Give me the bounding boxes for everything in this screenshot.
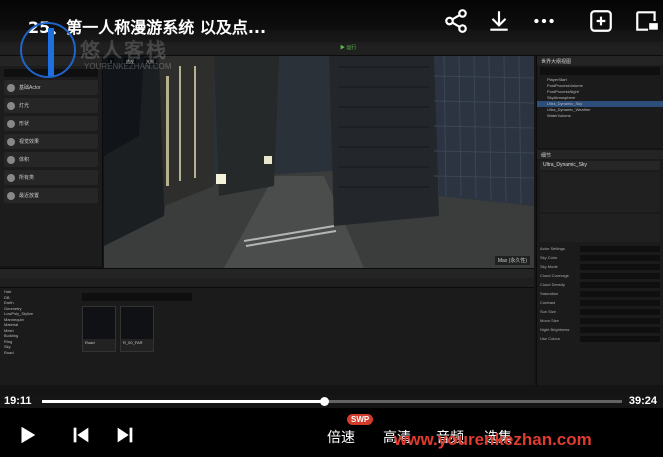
transform-section[interactable]	[540, 214, 660, 242]
selected-actor-name: Ultra_Dynamic_Sky	[540, 161, 660, 170]
share-icon[interactable]	[443, 8, 469, 34]
property-row[interactable]: Actor Settings	[537, 244, 663, 253]
place-actor-category[interactable]: 视觉效果	[4, 134, 98, 149]
video-top-bar: 25、第一人称漫游系统 以及点...	[0, 0, 663, 48]
asset-thumbnail	[83, 307, 115, 339]
property-row[interactable]: Contrast	[537, 298, 663, 307]
place-actor-category[interactable]: 最近放置	[4, 188, 98, 203]
property-value-field[interactable]	[580, 245, 660, 252]
property-row[interactable]: Sun Size	[537, 307, 663, 316]
level-viewport[interactable]: ≡ 透视 光照 Max (永久性)	[104, 56, 534, 268]
content-browser-toolbar	[0, 278, 534, 288]
play-icon[interactable]	[16, 424, 38, 446]
current-time: 19:11	[4, 395, 32, 407]
folder-item[interactable]: Road	[0, 350, 78, 356]
property-value-field[interactable]	[580, 272, 660, 279]
total-time: 39:24	[628, 395, 657, 407]
property-label: Cloud Coverage	[540, 273, 569, 278]
asset-tile[interactable]: R_00_FAR	[120, 306, 154, 352]
details-panel: 细节 Ultra_Dynamic_Sky Actor Settings Sky C…	[536, 150, 663, 385]
property-label: Sun Size	[540, 309, 557, 314]
property-value-field[interactable]	[580, 281, 660, 288]
place-actors-panel: 基础Actor 灯光形状视觉效果体积所有类最近放置	[0, 56, 103, 266]
property-value-field[interactable]	[580, 326, 660, 333]
more-icon[interactable]	[531, 8, 557, 34]
next-icon[interactable]	[114, 424, 136, 446]
category-icon	[7, 137, 15, 146]
property-value-field[interactable]	[580, 299, 660, 306]
place-actor-category[interactable]: 灯光	[4, 98, 98, 113]
progress-fill	[42, 400, 325, 403]
property-row[interactable]: Sky Mode	[537, 262, 663, 271]
site-watermark: www.yourenkezhan.com	[394, 430, 592, 449]
outliner-search-input[interactable]	[540, 67, 660, 75]
property-row[interactable]: Saturation	[537, 289, 663, 298]
category-label: 灯光	[19, 103, 30, 109]
category-icon	[7, 119, 15, 128]
folder-tree[interactable]: Hair DB Earth Geometry LowPoly_Stylize Manneq…	[0, 289, 78, 386]
asset-name: Road	[85, 340, 95, 345]
content-browser-tab[interactable]	[0, 269, 534, 278]
property-label: Sky Mode	[540, 264, 558, 269]
asset-search-input[interactable]	[82, 293, 192, 301]
asset-tile[interactable]: Road	[82, 306, 116, 352]
property-value-field[interactable]	[580, 308, 660, 315]
progress-bar[interactable]	[42, 397, 622, 406]
property-value-field[interactable]	[580, 317, 660, 324]
property-label: Moon Size	[540, 318, 559, 323]
swp-badge: SWP	[347, 414, 374, 425]
property-row[interactable]: Cloud Density	[537, 280, 663, 289]
category-icon	[7, 101, 15, 110]
screenshot-icon[interactable]	[588, 8, 614, 34]
property-value-field[interactable]	[580, 263, 660, 270]
category-label: 基础Actor	[19, 85, 41, 91]
property-label: Sky Color	[540, 255, 558, 260]
property-label: Actor Settings	[540, 246, 565, 251]
property-row[interactable]: Sky Color	[537, 253, 663, 262]
property-value-field[interactable]	[580, 254, 660, 261]
world-outliner-panel: 世界大纲视图 PlayerStart PostProcessVolume PostP…	[536, 56, 663, 148]
category-label: 形状	[19, 121, 30, 127]
component-tree[interactable]	[540, 172, 660, 212]
property-value-field[interactable]	[580, 335, 660, 342]
property-label: Contrast	[540, 300, 556, 305]
property-row[interactable]: Cloud Coverage	[537, 271, 663, 280]
property-row[interactable]: Moon Size	[537, 316, 663, 325]
tab-outliner[interactable]: 世界大纲视图	[537, 56, 663, 65]
watermark-url: YOURENKEZHAN.COM	[84, 62, 172, 71]
previous-icon[interactable]	[70, 424, 92, 446]
place-actor-category[interactable]: 形状	[4, 116, 98, 131]
property-label: Saturation	[540, 291, 559, 296]
editor-status-bar	[0, 385, 663, 395]
category-icon	[7, 155, 15, 164]
place-actor-category[interactable]: 基础Actor	[4, 80, 98, 95]
speed-button[interactable]: 倍速	[327, 427, 355, 447]
property-value-field[interactable]	[580, 290, 660, 297]
outliner-row[interactable]: WaterVolume	[537, 113, 663, 119]
property-row[interactable]: Use Colour	[537, 334, 663, 343]
category-label: 体积	[19, 157, 30, 163]
property-label: Night Brightness	[540, 327, 570, 332]
category-label: 视觉效果	[19, 139, 40, 145]
tab-details[interactable]: 细节	[537, 150, 663, 159]
content-browser-panel: Hair DB Earth Geometry LowPoly_Stylize Manneq…	[0, 268, 534, 385]
place-actor-category[interactable]: 体积	[4, 152, 98, 167]
player-controls: SWP 倍速 高清 音频 选集 www.yourenkezhan.com	[0, 408, 663, 457]
viewport-level-label: Max (永久性)	[494, 256, 530, 265]
category-label: 最近放置	[19, 193, 40, 199]
place-actor-category[interactable]: 所有类	[4, 170, 98, 185]
category-label: 所有类	[19, 175, 35, 181]
category-icon	[7, 173, 15, 182]
asset-name: R_00_FAR	[123, 340, 143, 345]
channel-logo	[20, 22, 76, 78]
asset-thumbnail	[121, 307, 153, 339]
category-icon	[7, 83, 15, 92]
property-row[interactable]: Night Brightness	[537, 325, 663, 334]
category-icon	[7, 191, 15, 200]
property-label: Cloud Density	[540, 282, 565, 287]
city-scene-illustration	[104, 56, 534, 268]
pip-icon[interactable]	[634, 8, 660, 34]
property-label: Use Colour	[540, 336, 561, 341]
download-icon[interactable]	[486, 8, 512, 34]
